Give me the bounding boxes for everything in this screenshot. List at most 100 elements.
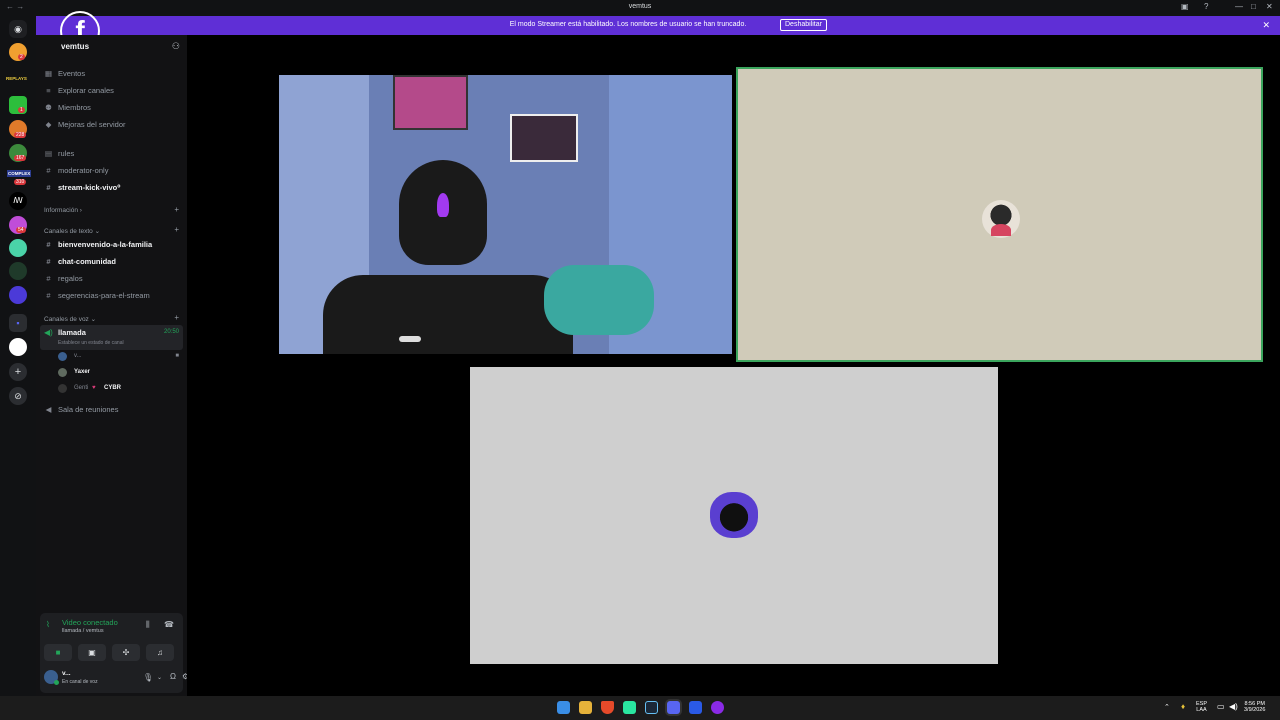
video-tile-user-speaking[interactable] [736, 67, 1263, 362]
nav-label: Mejoras del servidor [58, 120, 126, 129]
voice-channel-label: llamada [58, 328, 86, 337]
soundboard-button[interactable]: ♫ [146, 644, 174, 661]
speaker-icon: ◀ [45, 405, 52, 414]
app-icon[interactable] [689, 701, 702, 714]
nav-label: Miembros [58, 103, 91, 112]
banner-close-icon[interactable]: ✕ [1262, 20, 1270, 31]
calendar-icon: ▦ [44, 69, 53, 78]
disable-streamer-button[interactable]: Deshabilitar [780, 19, 827, 31]
channel-regalos[interactable]: # regalos [44, 274, 83, 283]
channel-stream-kick-vivo[interactable]: # stream-kick-vivo⁰ [44, 183, 120, 192]
server-name[interactable]: vemtus [44, 42, 89, 51]
voice-user[interactable]: Yaxer [74, 369, 90, 375]
user-status: En canal de voz [62, 679, 98, 685]
file-explorer-icon[interactable] [579, 701, 592, 714]
video-tile-camera[interactable] [279, 75, 732, 354]
tray-icon[interactable]: ♦ [1181, 702, 1185, 711]
nav-explorar[interactable]: ≡ Explorar canales [44, 86, 114, 95]
connection-location[interactable]: llamada / vemtus [62, 628, 104, 634]
streamer-mode-banner: El modo Streamer está habilitado. Los no… [36, 16, 1280, 35]
poster [510, 114, 578, 162]
category-label: Canales de texto [44, 228, 93, 235]
category-texto[interactable]: Canales de texto ⌄ [44, 227, 100, 235]
windows-taskbar: ⌃ ♦ ESP LAA ▭ ◀) 8:56 PM 3/9/2026 [0, 696, 1280, 720]
channel-label: rules [58, 149, 75, 158]
nav-eventos[interactable]: ▦ Eventos [44, 69, 85, 78]
user-name: v... [62, 670, 71, 677]
app-icon[interactable] [623, 701, 636, 714]
nav-miembros[interactable]: ⚉ Miembros [44, 103, 91, 112]
channel-bienvenido[interactable]: # bienvenvenido-a-la-familia [44, 240, 152, 249]
boost-icon: ◆ [45, 120, 52, 129]
explore-compass-icon[interactable]: ⊘ [9, 387, 27, 405]
channel-moderator-only[interactable]: # moderator-only [44, 166, 108, 175]
channel-label: chat-comunidad [58, 257, 116, 266]
add-channel-icon[interactable]: + [174, 225, 179, 234]
server-label-replays: REPLAYS [6, 76, 27, 81]
maximize-icon[interactable]: □ [1251, 2, 1256, 11]
close-window-icon[interactable]: ✕ [1266, 2, 1273, 11]
server-name-label: vemtus [61, 42, 90, 51]
channel-label: bienvenvenido-a-la-familia [58, 240, 153, 249]
server-rail: ◉ 2 REPLAYS 1 228 167 COMPLEX 310 ꟿ 54 ▪… [0, 16, 36, 696]
server-icon[interactable] [9, 338, 27, 356]
server-icon[interactable] [9, 262, 27, 280]
noise-suppression-icon[interactable]: ⫼ [146, 620, 150, 630]
folder-icon[interactable]: ▪ [9, 314, 27, 332]
hash-icon: # [46, 274, 51, 283]
badge: 228 [14, 132, 27, 138]
brave-icon[interactable] [601, 701, 614, 714]
badge: 310 [14, 179, 27, 185]
microphone-icon[interactable]: 🎙 [143, 673, 153, 682]
voice-user[interactable]: Genti [74, 385, 88, 391]
chevron-up-icon[interactable]: ⌃ [1164, 703, 1170, 711]
category-informacion[interactable]: Información › [44, 207, 82, 214]
help-icon[interactable]: ? [1204, 2, 1208, 11]
connection-status[interactable]: Video conectado [62, 618, 118, 627]
language-indicator[interactable]: ESP LAA [1196, 701, 1207, 713]
nav-mejoras[interactable]: ◆ Mejoras del servidor [44, 120, 126, 129]
activities-button[interactable]: ✣ [112, 644, 140, 661]
add-channel-icon[interactable]: + [174, 313, 179, 322]
network-icon[interactable]: ▭ [1217, 702, 1225, 711]
hash-icon: # [46, 183, 51, 192]
server-icon[interactable] [9, 239, 27, 257]
inbox-icon[interactable]: ▣ [1181, 2, 1189, 11]
minimize-icon[interactable]: — [1235, 2, 1243, 11]
voice-channel-sala[interactable]: ◀ Sala de reuniones [44, 405, 119, 414]
category-voz[interactable]: Canales de voz ⌄ [44, 315, 96, 323]
app-icon[interactable] [711, 701, 724, 714]
chevron-down-icon[interactable]: ⌄ [157, 674, 162, 681]
add-server-icon[interactable]: + [9, 363, 27, 381]
signal-icon: ⌇ [46, 620, 50, 629]
channel-rules[interactable]: ▤ rules [44, 149, 74, 158]
voice-user-tag: CYBR [104, 385, 122, 391]
discord-taskbar-icon[interactable] [667, 701, 680, 714]
channel-segerencias[interactable]: # segerencias-para-el-stream [44, 291, 150, 300]
start-icon[interactable] [557, 701, 570, 714]
avatar [58, 352, 67, 361]
hash-icon: # [46, 240, 51, 249]
voice-user[interactable]: v... [74, 353, 82, 359]
headphones-icon[interactable]: Ω [170, 672, 176, 681]
server-icon[interactable] [9, 286, 27, 304]
voice-channel-llamada[interactable]: ◀) llamada 20:50 Establece un estado de … [40, 325, 183, 350]
online-status-icon [54, 680, 59, 685]
channel-chat-comunidad[interactable]: # chat-comunidad [44, 257, 116, 266]
add-channel-icon[interactable]: + [174, 205, 179, 214]
channel-status-hint[interactable]: Establece un estado de canal [58, 340, 124, 346]
camera-button[interactable]: ■ [44, 644, 72, 661]
volume-icon[interactable]: ◀) [1229, 702, 1238, 711]
disconnect-icon[interactable]: ☎ [164, 620, 174, 629]
invite-icon[interactable]: ⚇ [172, 41, 180, 52]
steam-icon[interactable] [645, 701, 658, 714]
share-screen-button[interactable]: ▣ [78, 644, 106, 661]
person-body [323, 275, 573, 354]
channel-label: regalos [58, 274, 83, 283]
clock[interactable]: 8:56 PM 3/9/2026 [1244, 701, 1265, 713]
video-tile-user[interactable] [470, 367, 998, 664]
channel-label: segerencias-para-el-stream [58, 291, 150, 300]
category-label: Información [44, 207, 78, 214]
discord-home-icon[interactable]: ◉ [9, 20, 27, 38]
server-icon[interactable]: ꟿ [9, 192, 27, 210]
